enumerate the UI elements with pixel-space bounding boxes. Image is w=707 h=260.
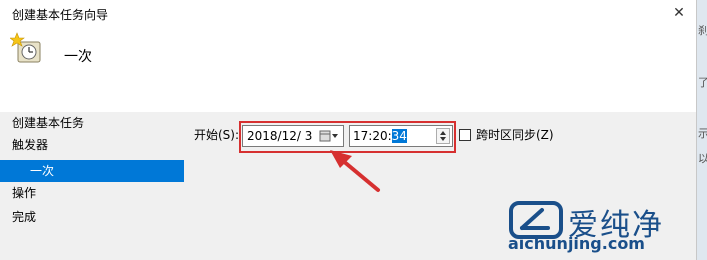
edge-glyph: 刹 [698, 24, 707, 37]
edge-glyph: 示 [698, 127, 707, 140]
watermark-logo: 爱纯净 aichunjing.com [508, 200, 704, 258]
watermark-url: aichunjing.com [508, 234, 645, 253]
edge-glyph: 了 [698, 76, 707, 89]
edge-glyph: 以 [698, 152, 707, 165]
